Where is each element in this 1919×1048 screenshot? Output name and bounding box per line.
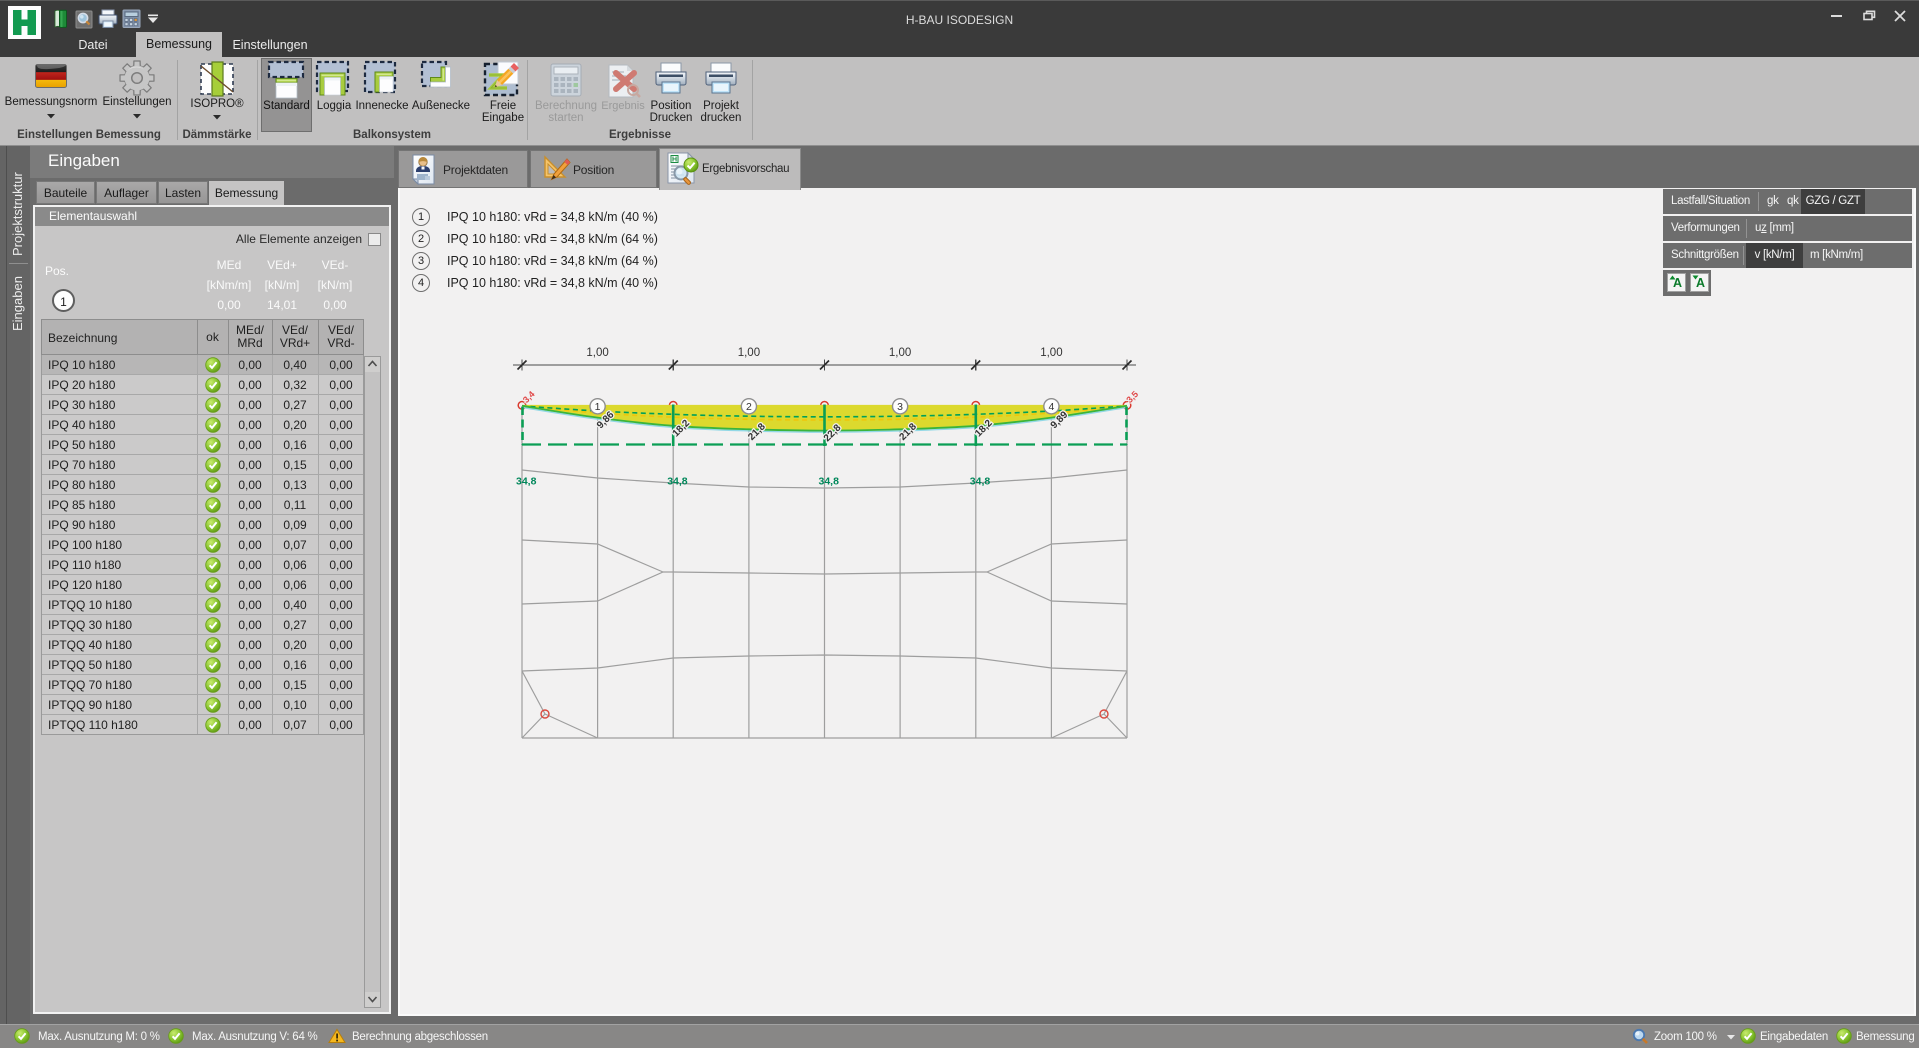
svg-text:2: 2 — [746, 401, 752, 413]
svg-text:1: 1 — [595, 401, 601, 413]
svg-text:34,8: 34,8 — [970, 476, 991, 488]
svg-text:1,00: 1,00 — [889, 347, 911, 359]
svg-text:34,8: 34,8 — [819, 476, 840, 488]
svg-text:3,4: 3,4 — [521, 389, 537, 405]
svg-text:1,00: 1,00 — [586, 347, 608, 359]
svg-text:34,8: 34,8 — [667, 476, 688, 488]
svg-text:3: 3 — [897, 401, 903, 413]
svg-text:1,00: 1,00 — [1040, 347, 1062, 359]
svg-text:1,00: 1,00 — [738, 347, 760, 359]
svg-text:3,5: 3,5 — [1124, 389, 1140, 405]
svg-text:34,8: 34,8 — [516, 476, 537, 488]
svg-text:4: 4 — [1048, 401, 1054, 413]
svg-text:H: H — [672, 157, 677, 164]
